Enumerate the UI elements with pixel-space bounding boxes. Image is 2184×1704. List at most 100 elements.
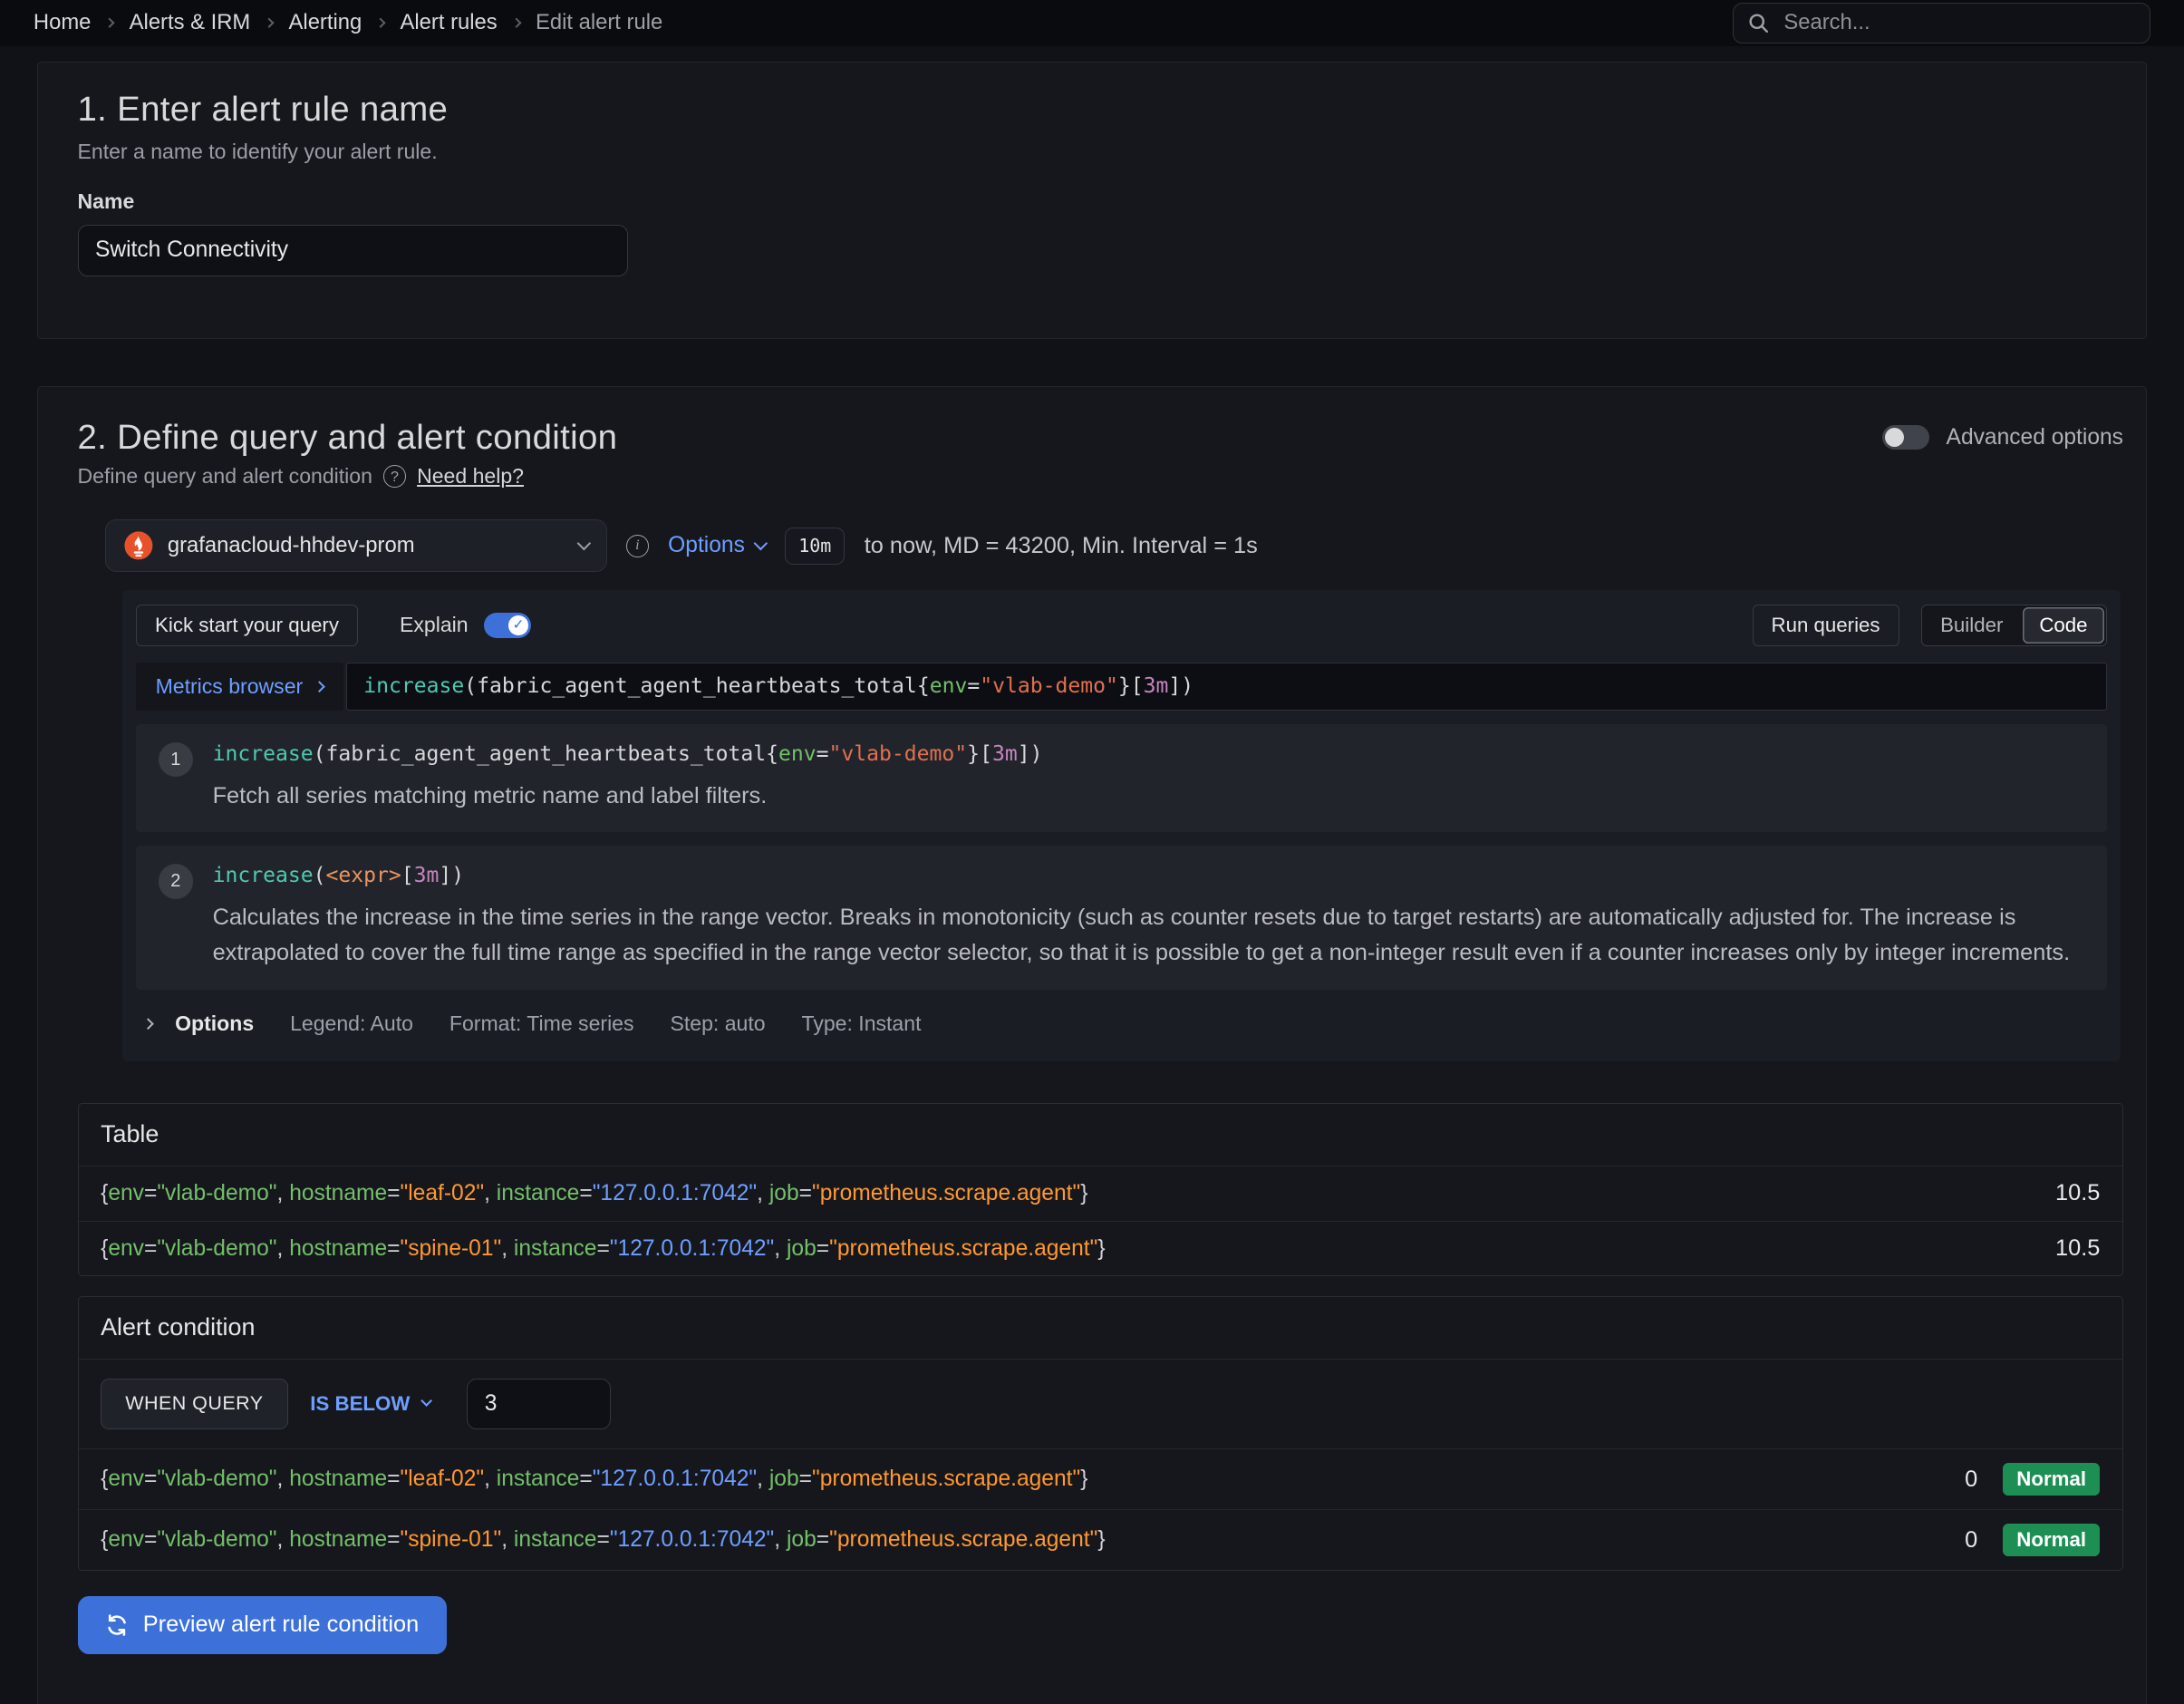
step1-title: 1. Enter alert rule name (78, 90, 2107, 130)
prometheus-icon (123, 530, 154, 561)
metrics-browser-button[interactable]: Metrics browser (136, 663, 343, 710)
series-value: 0 (1965, 1527, 1977, 1554)
name-label: Name (78, 189, 2107, 214)
step1-subtitle: Enter a name to identify your alert rule… (78, 140, 2107, 164)
editor-toolbar: Kick start your query Explain Run querie… (136, 605, 2106, 646)
step2-subtitle: Define query and alert condition (78, 464, 372, 489)
explain-step-number: 1 (159, 742, 193, 777)
page: Home Alerts & IRM Alerting Alert rules E… (0, 0, 2184, 1704)
state-badge: Normal (2003, 1524, 2100, 1555)
builder-tab[interactable]: Builder (1922, 605, 2021, 645)
format-setting: Format: Time series (449, 1012, 634, 1036)
condition-rows: {env="vlab-demo", hostname="leaf-02", in… (79, 1448, 2122, 1570)
step1-panel: 1. Enter alert rule name Enter a name to… (37, 62, 2146, 339)
query-options-row[interactable]: Options Legend: Auto Format: Time series… (136, 1001, 2106, 1048)
breadcrumb-home[interactable]: Home (34, 10, 92, 35)
chevron-down-icon (420, 1395, 432, 1407)
kick-start-button[interactable]: Kick start your query (136, 605, 358, 646)
legend-setting: Legend: Auto (290, 1012, 413, 1036)
top-bar: Home Alerts & IRM Alerting Alert rules E… (0, 0, 2184, 46)
alert-condition-panel: Alert condition WHEN QUERY IS BELOW {env… (78, 1296, 2123, 1571)
step2-title: 2. Define query and alert condition (78, 418, 618, 458)
explain-toggle[interactable] (484, 613, 531, 638)
search-icon (1747, 12, 1770, 34)
breadcrumb-alerting[interactable]: Alerting (289, 10, 362, 35)
refresh-icon (105, 1613, 129, 1637)
help-circle-icon[interactable]: ? (383, 465, 406, 488)
query-options-label: Options (668, 533, 745, 558)
step2-panel: 2. Define query and alert condition Adva… (37, 386, 2146, 1704)
time-range-text: to now, MD = 43200, Min. Interval = 1s (865, 533, 1258, 559)
series-row: {env="vlab-demo", hostname="spine-01", i… (79, 1221, 2122, 1276)
series-value: 0 (1965, 1467, 1977, 1493)
chevron-down-icon (754, 537, 768, 550)
info-circle-icon[interactable]: i (626, 535, 649, 557)
datasource-picker[interactable]: grafanacloud-hhdev-prom (105, 519, 606, 572)
time-range-badge[interactable]: 10m (785, 528, 845, 565)
chevron-right-icon (105, 17, 116, 28)
condition-controls: WHEN QUERY IS BELOW (79, 1359, 2122, 1448)
explain-text: Fetch all series matching metric name an… (213, 779, 2084, 814)
series-labels: {env="vlab-demo", hostname="leaf-02", in… (101, 1181, 1087, 1206)
chevron-right-icon (314, 681, 325, 692)
need-help-link[interactable]: Need help? (417, 464, 524, 489)
advanced-options-toggle[interactable] (1882, 425, 1929, 450)
breadcrumb-alerts-irm[interactable]: Alerts & IRM (130, 10, 251, 35)
code-tab[interactable]: Code (2023, 607, 2104, 644)
run-queries-button[interactable]: Run queries (1753, 605, 1899, 646)
datasource-row: grafanacloud-hhdev-prom i Options 10m to… (105, 519, 2123, 572)
rule-name-input[interactable] (78, 225, 628, 276)
query-options-toggle[interactable]: Options (668, 533, 766, 558)
condition-operator-select[interactable]: IS BELOW (310, 1392, 430, 1416)
table-rows: {env="vlab-demo", hostname="leaf-02", in… (79, 1166, 2122, 1275)
advanced-options: Advanced options (1882, 425, 2123, 450)
condition-operator-label: IS BELOW (310, 1392, 410, 1416)
breadcrumb-alert-rules[interactable]: Alert rules (401, 10, 498, 35)
search-input[interactable] (1781, 9, 2136, 37)
datasource-name: grafanacloud-hhdev-prom (168, 533, 565, 558)
explain-control: Explain (400, 613, 531, 638)
series-value: 10.5 (2055, 1235, 2100, 1262)
series-row: {env="vlab-demo", hostname="leaf-02", in… (79, 1166, 2122, 1221)
state-badge: Normal (2003, 1463, 2100, 1495)
series-labels: {env="vlab-demo", hostname="spine-01", i… (101, 1527, 1105, 1553)
chevron-down-icon (577, 537, 591, 550)
toggle-knob (1885, 428, 1905, 448)
query-code-input[interactable]: increase(fabric_agent_agent_heartbeats_t… (346, 663, 2107, 710)
explain-text: Calculates the increase in the time seri… (213, 900, 2084, 972)
series-labels: {env="vlab-demo", hostname="spine-01", i… (101, 1236, 1105, 1262)
threshold-input[interactable] (467, 1379, 610, 1428)
options-row-label: Options (175, 1012, 254, 1036)
series-value: 10.5 (2055, 1180, 2100, 1206)
toggle-knob (508, 615, 528, 635)
table-panel-title: Table (79, 1104, 2122, 1166)
query-row: Metrics browser increase(fabric_agent_ag… (136, 663, 2106, 710)
series-labels: {env="vlab-demo", hostname="leaf-02", in… (101, 1467, 1087, 1492)
table-panel: Table {env="vlab-demo", hostname="leaf-0… (78, 1103, 2123, 1276)
explain-item-2: 2 increase(<expr>[3m]) Calculates the in… (136, 846, 2106, 989)
query-editor: Kick start your query Explain Run querie… (122, 590, 2121, 1061)
explain-code: increase(fabric_agent_agent_heartbeats_t… (213, 742, 2084, 766)
step-setting: Step: auto (670, 1012, 765, 1036)
chevron-right-icon (511, 17, 522, 28)
explain-step-number: 2 (159, 864, 193, 898)
search-box[interactable] (1733, 3, 2150, 44)
preview-alert-label: Preview alert rule condition (143, 1612, 419, 1638)
series-row: {env="vlab-demo", hostname="leaf-02", in… (79, 1448, 2122, 1509)
chevron-right-icon (264, 17, 275, 28)
explain-code: increase(<expr>[3m]) (213, 864, 2084, 887)
type-setting: Type: Instant (802, 1012, 922, 1036)
chevron-right-icon (142, 1018, 154, 1030)
breadcrumb: Home Alerts & IRM Alerting Alert rules E… (34, 10, 662, 35)
chevron-right-icon (375, 17, 386, 28)
series-row: {env="vlab-demo", hostname="spine-01", i… (79, 1509, 2122, 1570)
breadcrumb-current: Edit alert rule (536, 10, 662, 35)
metrics-browser-label: Metrics browser (156, 674, 304, 699)
alert-condition-title: Alert condition (79, 1297, 2122, 1359)
explain-item-1: 1 increase(fabric_agent_agent_heartbeats… (136, 724, 2106, 832)
preview-alert-button[interactable]: Preview alert rule condition (78, 1596, 447, 1655)
when-query-button[interactable]: WHEN QUERY (101, 1379, 288, 1428)
advanced-options-label: Advanced options (1947, 425, 2123, 450)
explain-label: Explain (400, 613, 469, 637)
editor-mode-switch: Builder Code (1921, 605, 2106, 646)
